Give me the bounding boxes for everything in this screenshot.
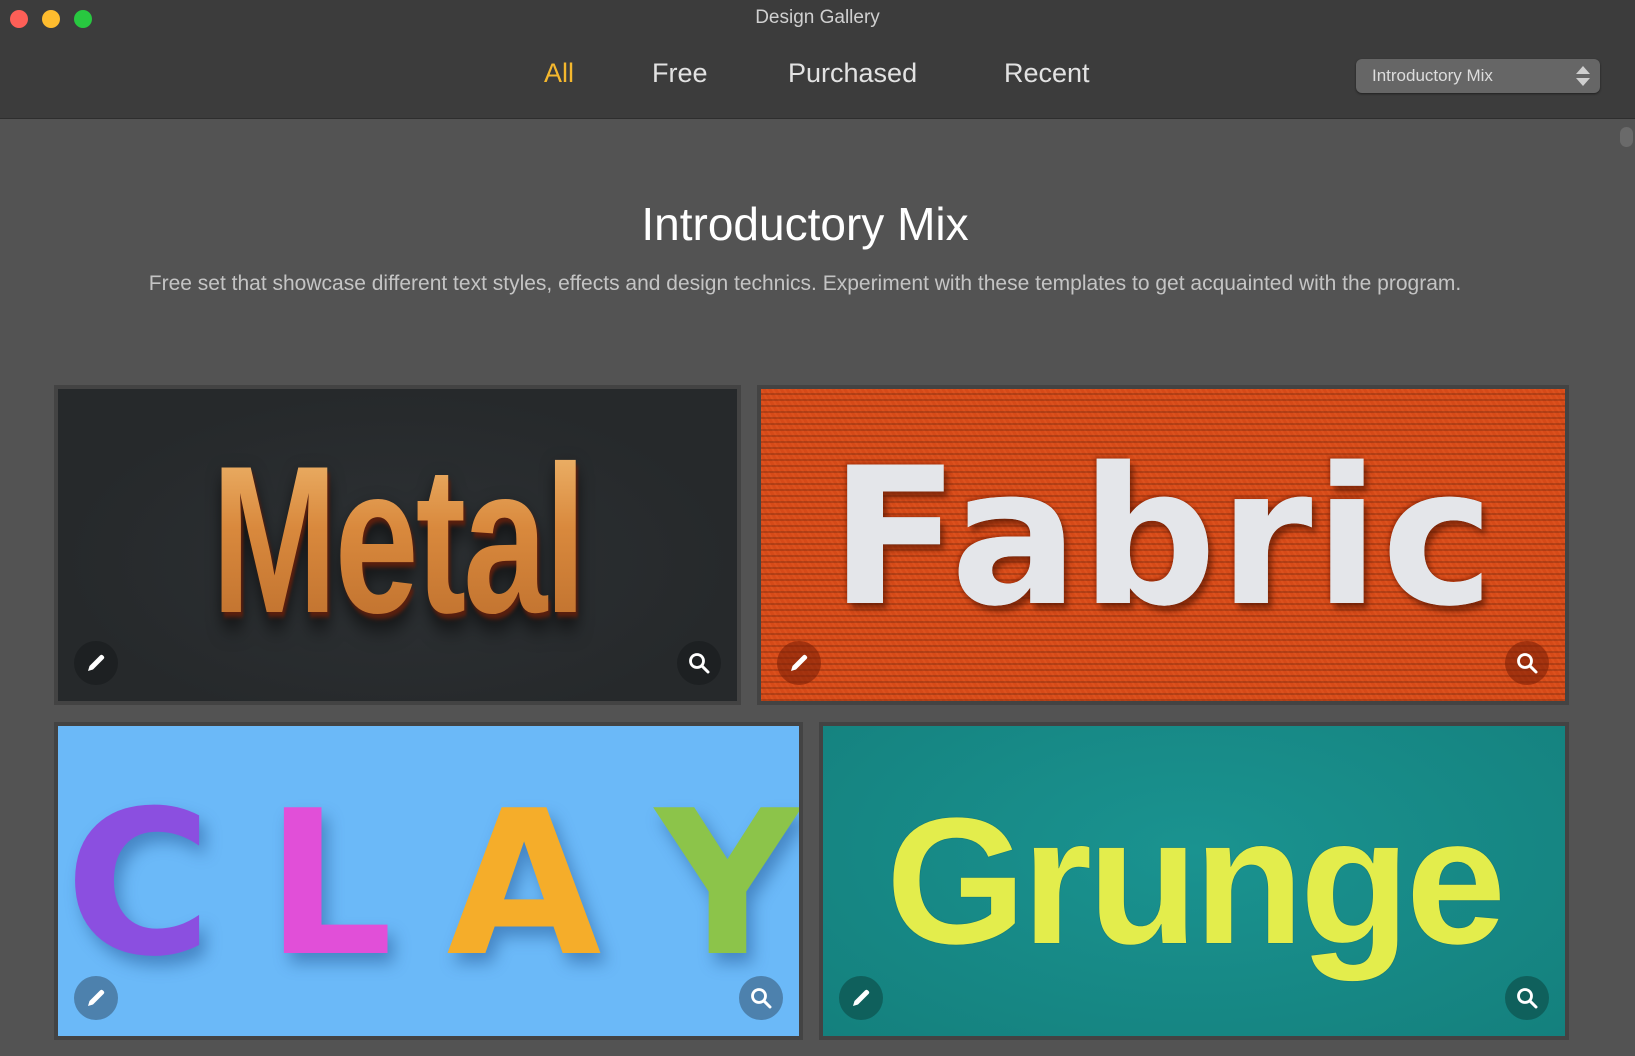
preview-template-button[interactable] [739,976,783,1020]
window-title: Design Gallery [755,7,880,28]
magnifier-icon [689,653,710,674]
tab-purchased[interactable]: Purchased [788,58,917,89]
preview-template-button[interactable] [1505,641,1549,685]
clay-letter: A [446,768,602,1001]
updown-chevron-icon [1576,64,1590,88]
magnifier-icon [1517,653,1538,674]
clay-letter: L [265,768,393,1001]
collection-title: Introductory Mix [641,198,969,250]
template-card-metal[interactable]: Metal [54,385,741,705]
preview-template-button[interactable] [1505,976,1549,1020]
collection-description: Free set that showcase different text st… [148,272,1462,295]
edit-template-button[interactable] [74,976,118,1020]
pencil-icon [88,989,105,1006]
clay-letter: C [65,768,212,1001]
preview-template-button[interactable] [677,641,721,685]
edit-template-button[interactable] [777,641,821,685]
window-toolbar: Design Gallery All Free Purchased Recent… [0,0,1635,119]
template-art-text: Grunge [885,781,1506,982]
edit-template-button[interactable] [74,641,118,685]
template-card-grunge[interactable]: Grunge [819,722,1569,1040]
clay-letter: Y [655,768,799,1001]
template-art-text: Fabric [829,427,1497,648]
collection-select-value: Introductory Mix [1372,66,1493,85]
pencil-icon [791,654,808,671]
tab-free[interactable]: Free [652,58,708,89]
pencil-icon [88,654,105,671]
magnifier-icon [1517,988,1538,1009]
edit-template-button[interactable] [839,976,883,1020]
tab-all[interactable]: All [544,58,574,89]
tab-recent[interactable]: Recent [1004,58,1090,89]
template-art-text: C L A Y [58,768,799,1001]
scrollbar-thumb[interactable] [1620,127,1633,147]
template-art-text: Metal [153,419,642,661]
template-card-clay[interactable]: C L A Y [54,722,803,1040]
template-preview-metal[interactable]: Metal [58,389,737,701]
template-preview-grunge[interactable]: Grunge [823,726,1565,1036]
collection-select[interactable]: Introductory Mix [1356,59,1600,93]
magnifier-icon [751,988,772,1009]
template-preview-fabric[interactable]: Fabric [761,389,1565,701]
template-preview-clay[interactable]: C L A Y [58,726,799,1036]
template-card-fabric[interactable]: Fabric [757,385,1569,705]
pencil-icon [853,989,870,1006]
